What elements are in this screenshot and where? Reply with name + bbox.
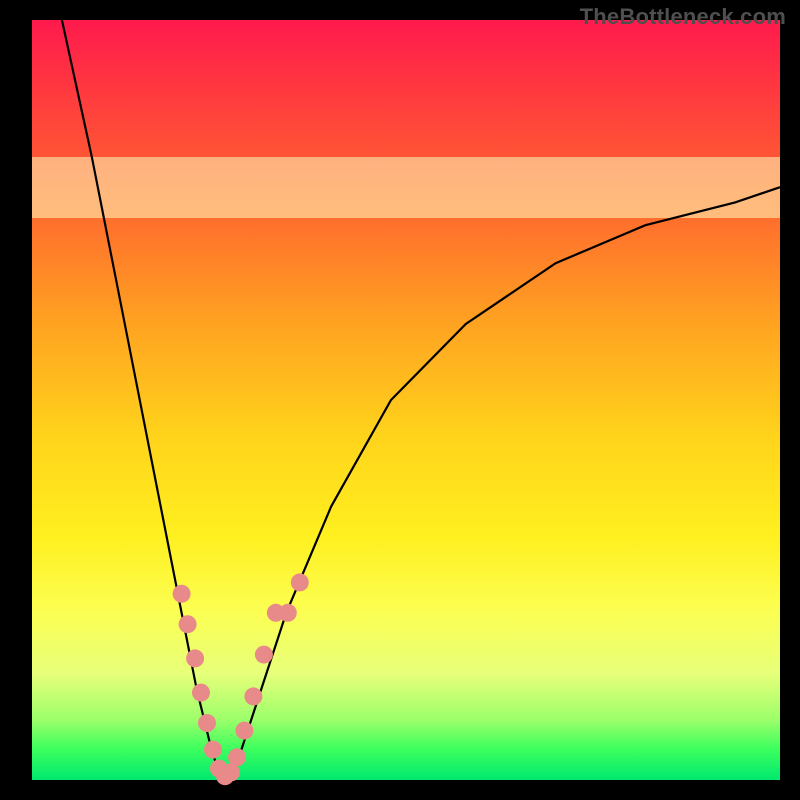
plot-area xyxy=(32,20,780,780)
marker-dot xyxy=(255,646,273,664)
marker-dot xyxy=(244,687,262,705)
marker-dot xyxy=(235,722,253,740)
marker-dot xyxy=(173,585,191,603)
marker-dot xyxy=(179,615,197,633)
marker-dot xyxy=(228,748,246,766)
marker-dots-group xyxy=(173,573,309,785)
outer-frame: TheBottleneck.com xyxy=(0,0,800,800)
marker-dot xyxy=(204,741,222,759)
marker-dot xyxy=(291,573,309,591)
chart-svg xyxy=(32,20,780,780)
marker-dot xyxy=(279,604,297,622)
marker-dot xyxy=(192,684,210,702)
bottleneck-curve-path xyxy=(62,20,780,780)
marker-dot xyxy=(198,714,216,732)
watermark-text: TheBottleneck.com xyxy=(580,4,786,30)
marker-dot xyxy=(186,649,204,667)
